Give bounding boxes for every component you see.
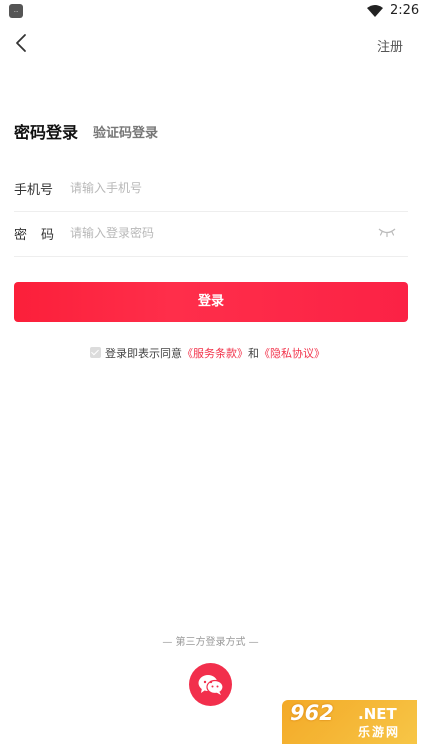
tab-password-login[interactable]: 密码登录: [14, 119, 78, 143]
third-party-title: — 第三方登录方式 —: [162, 637, 259, 648]
status-bar: ... 2:26: [0, 0, 421, 24]
agree-checkbox[interactable]: [90, 347, 101, 358]
wifi-icon: [367, 5, 383, 17]
watermark-net: .NET: [358, 705, 397, 723]
watermark-number: 962: [290, 701, 334, 725]
password-label: 密码: [14, 228, 69, 243]
phone-row: 手机号: [14, 166, 408, 212]
password-input[interactable]: [70, 219, 360, 247]
password-row: 密码: [14, 211, 408, 257]
agreement-line: 登录即表示同意《服务条款》和《隐私协议》: [90, 345, 325, 360]
wechat-login-button[interactable]: [189, 663, 232, 706]
wechat-icon: [198, 675, 224, 695]
watermark-logo: 962 .NET 乐游网: [282, 700, 417, 744]
tab-code-login[interactable]: 验证码登录: [93, 122, 158, 141]
eye-closed-icon[interactable]: [378, 226, 396, 238]
agreement-and: 和: [248, 347, 259, 360]
phone-input[interactable]: [70, 174, 360, 202]
phone-label: 手机号: [14, 183, 54, 198]
terms-link[interactable]: 《服务条款》: [182, 347, 248, 360]
privacy-link[interactable]: 《隐私协议》: [259, 347, 325, 360]
register-link[interactable]: 注册: [377, 36, 403, 55]
notification-app-icon: ...: [9, 4, 23, 18]
agreement-prefix: 登录即表示同意: [105, 347, 182, 360]
back-icon[interactable]: [12, 33, 30, 53]
watermark-cn: 乐游网: [358, 725, 401, 739]
login-button[interactable]: 登录: [14, 282, 408, 322]
status-time: 2:26: [390, 3, 420, 18]
